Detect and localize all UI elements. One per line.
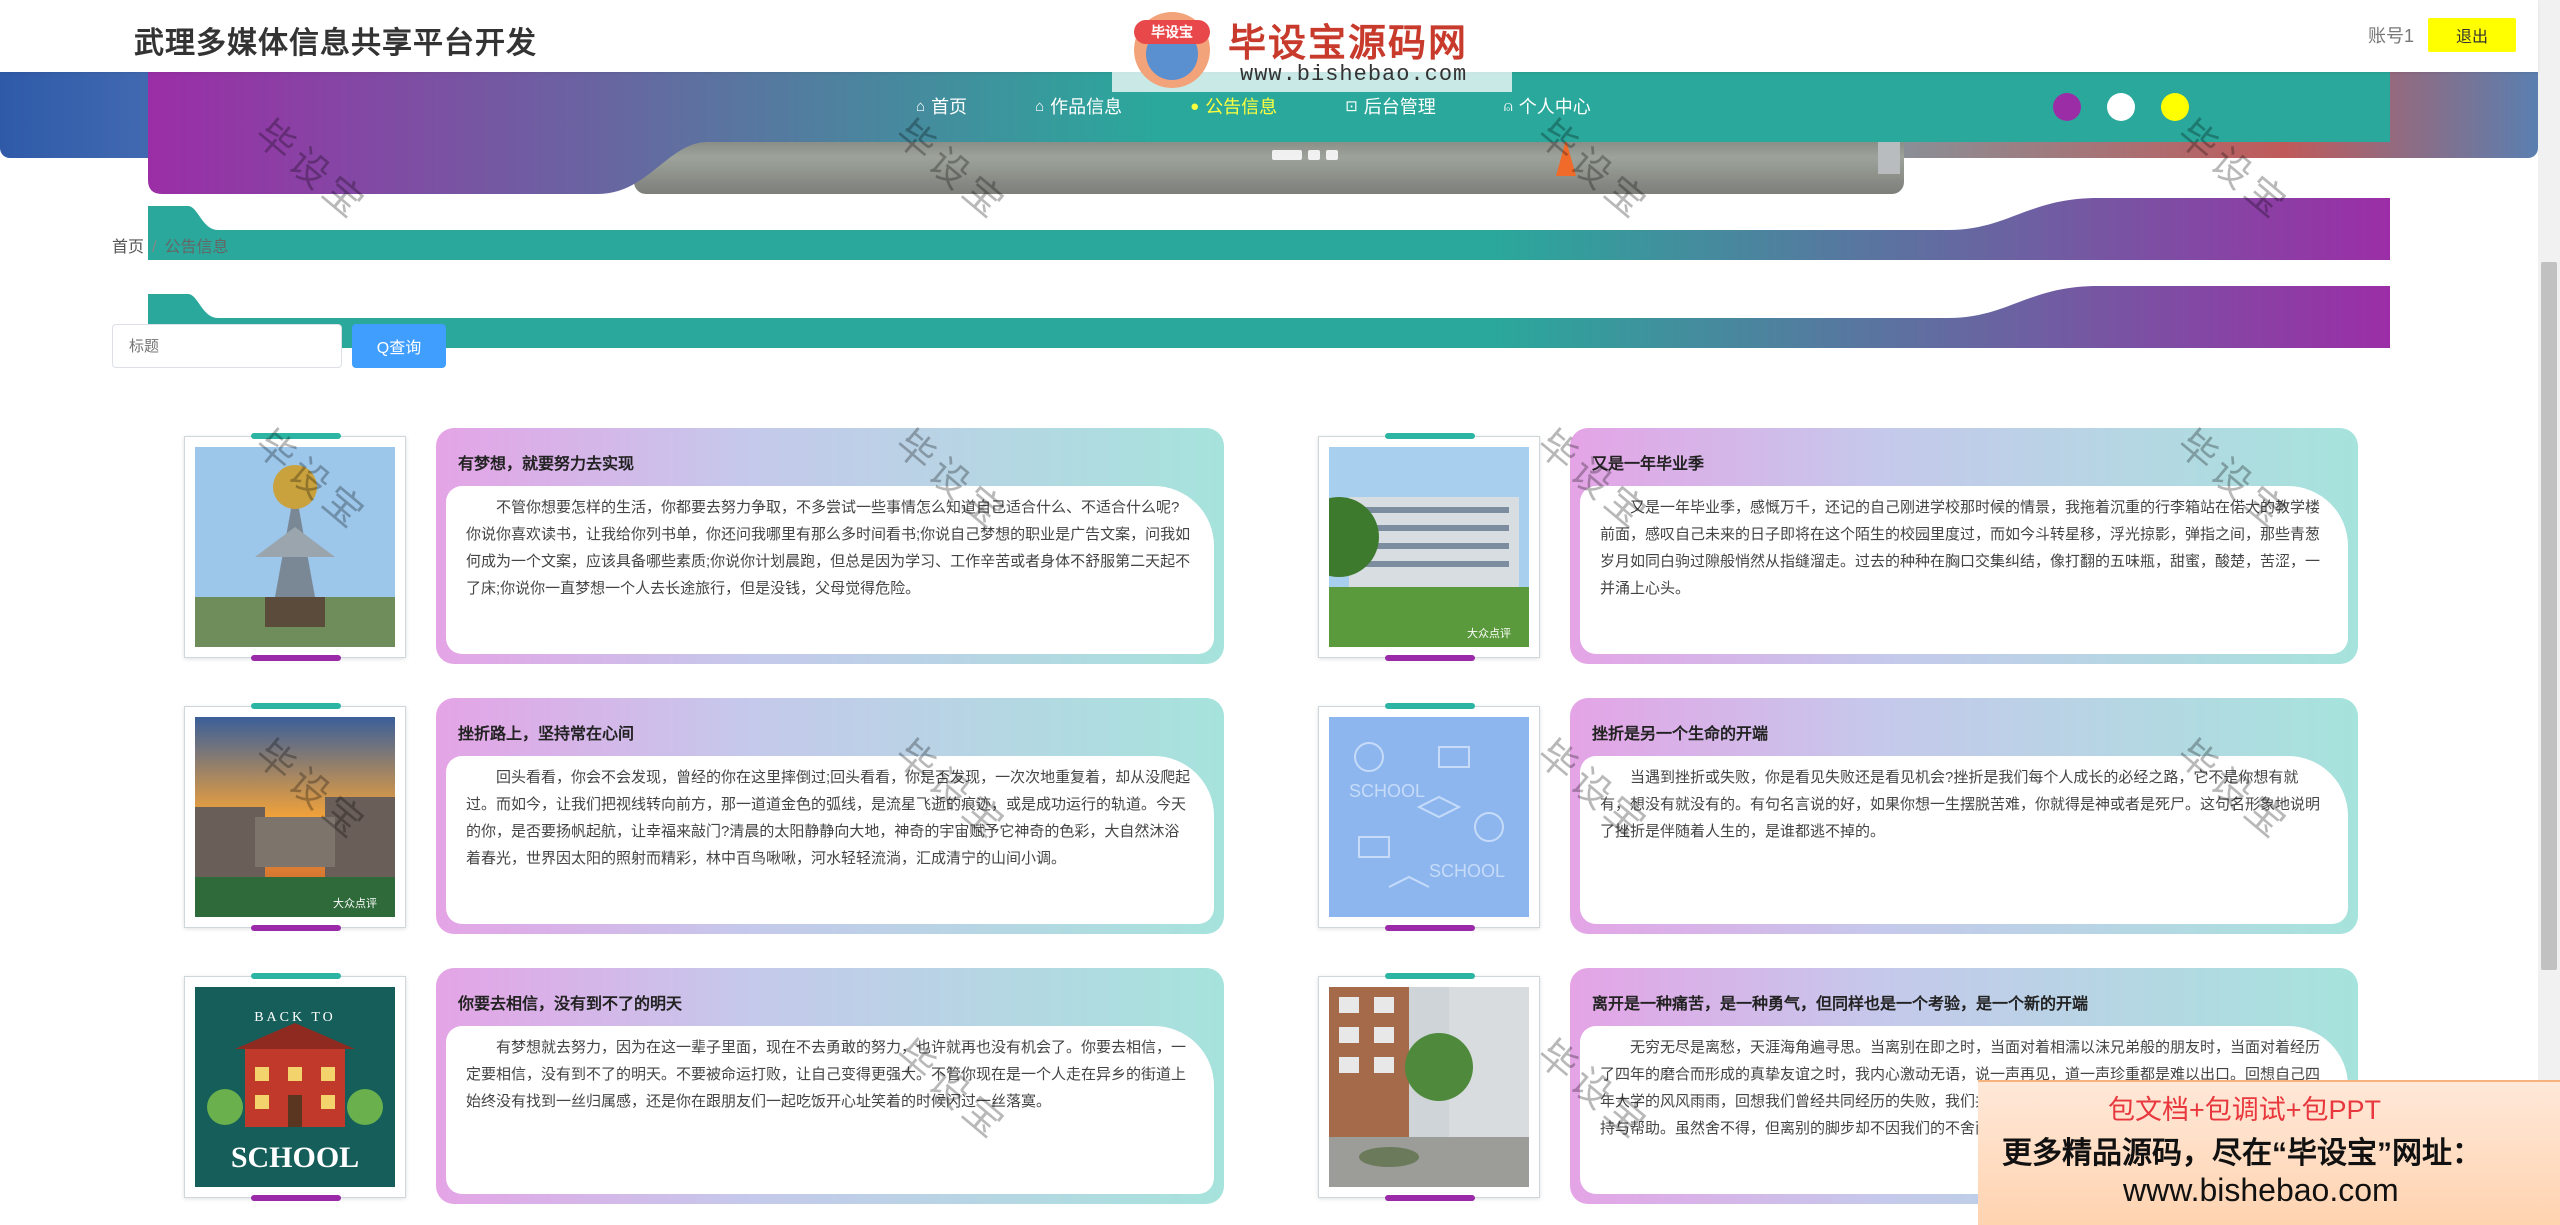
card-body: 又是一年毕业季，感慨万千，还记的自己刚进学校那时候的情景，我拖着沉重的行李箱站在… xyxy=(1580,486,2348,654)
account-name: 账号1 xyxy=(2368,26,2415,46)
bulb-icon: ● xyxy=(1190,97,1200,115)
search-button[interactable]: Q查询 xyxy=(352,324,446,368)
carousel-indicators xyxy=(1272,150,1338,160)
nav-home-label: 首页 xyxy=(931,97,968,117)
card-panel[interactable]: 挫折路上，坚持常在心间 回头看看，你会不会发现，曾经的你在这里摔倒过;回头看看，… xyxy=(436,698,1224,934)
card-panel[interactable]: 有梦想，就要努力去实现 不管你想要怎样的生活，你都要去努力争取，不多尝试一些事情… xyxy=(436,428,1224,664)
back-to-text: BACK TO xyxy=(254,1010,336,1025)
campus-building-photo: 大众点评 xyxy=(1329,447,1529,647)
breadcrumb: 首页 / 公告信息 xyxy=(112,233,228,257)
card-title[interactable]: 有梦想，就要努力去实现 xyxy=(458,450,634,474)
card-body: 不管你想要怎样的生活，你都要去努力争取，不多尝试一些事情怎么知道自己适合什么、不… xyxy=(446,486,1214,654)
promo-line-1: 包文档+包调试+包PPT xyxy=(2108,1095,2382,1125)
nav-profile[interactable]: ⍝ 个人中心 xyxy=(1504,92,1591,120)
card-image-frame[interactable]: 大众点评 xyxy=(184,703,406,931)
nav-works-label: 作品信息 xyxy=(1050,97,1123,117)
logo-text: 毕设宝源码网 xyxy=(1228,23,1469,65)
card-body: 回头看看，你会不会发现，曾经的你在这里摔倒过;回头看看，你是否发现，一次次地重复… xyxy=(446,756,1214,924)
sunset-campus-photo: 大众点评 xyxy=(195,717,395,917)
nav-notices[interactable]: ● 公告信息 xyxy=(1190,92,1277,120)
card-image-frame[interactable]: BACK TO SCHOOL xyxy=(184,973,406,1201)
courtyard-photo xyxy=(1329,987,1529,1187)
user-icon: ⍝ xyxy=(1503,97,1513,115)
dianping-caption: 大众点评 xyxy=(1467,626,1511,640)
nav-works[interactable]: ⌂ 作品信息 xyxy=(1035,92,1122,120)
admin-icon: ⊡ xyxy=(1345,98,1358,115)
breadcrumb-current: 公告信息 xyxy=(164,239,229,256)
nav-admin-label: 后台管理 xyxy=(1363,97,1436,117)
school-pattern-photo: SCHOOL SCHOOL xyxy=(1329,717,1529,917)
back-to-school-illustration: BACK TO SCHOOL xyxy=(195,987,395,1187)
statue-photo xyxy=(195,447,395,647)
promo-line-2: 更多精品源码，尽在“毕设宝”网址： xyxy=(2002,1137,2482,1170)
pattern-school-text: SCHOOL xyxy=(1349,781,1425,801)
scrollbar-thumb[interactable] xyxy=(2541,262,2557,970)
card-image-frame[interactable] xyxy=(184,433,406,661)
card-title[interactable]: 挫折路上，坚持常在心间 xyxy=(458,720,634,744)
pattern-school-text: SCHOOL xyxy=(1429,861,1505,881)
card-image-frame[interactable] xyxy=(1318,973,1540,1201)
school-text: SCHOOL xyxy=(231,1141,359,1174)
logo-badge: 毕设宝 xyxy=(1151,24,1193,40)
card-title[interactable]: 挫折是另一个生命的开端 xyxy=(1592,720,1768,744)
breadcrumb-band xyxy=(148,198,2390,260)
nav-profile-label: 个人中心 xyxy=(1518,97,1591,117)
search-band xyxy=(148,286,2390,348)
carousel-dot[interactable] xyxy=(1308,150,1320,160)
card-panel[interactable]: 挫折是另一个生命的开端 当遇到挫折或失败，你是看见失败还是看见机会?挫折是我们每… xyxy=(1570,698,2358,934)
logo-url: www.bishebao.com xyxy=(1240,62,1468,87)
title-search-input[interactable] xyxy=(112,324,342,368)
carousel-dot[interactable] xyxy=(1326,150,1338,160)
breadcrumb-home[interactable]: 首页 xyxy=(112,239,144,256)
main-nav: ⌂ 首页 ⌂ 作品信息 ● 公告信息 ⊡ 后台管理 ⍝ 个人中心 xyxy=(916,92,1659,120)
card-panel[interactable]: 又是一年毕业季 又是一年毕业季，感慨万千，还记的自己刚进学校那时候的情景，我拖着… xyxy=(1570,428,2358,664)
breadcrumb-separator: / xyxy=(152,239,157,256)
theme-purple-dot[interactable] xyxy=(2053,93,2081,121)
card-image-frame[interactable]: 大众点评 xyxy=(1318,433,1540,661)
card-body: 有梦想就去努力，因为在这一辈子里面，现在不去勇敢的努力，也许就再也没有机会了。你… xyxy=(446,1026,1214,1194)
site-title: 武理多媒体信息共享平台开发 xyxy=(134,27,537,60)
nav-home[interactable]: ⌂ 首页 xyxy=(916,92,967,120)
logout-button[interactable]: 退出 xyxy=(2428,18,2516,52)
card-panel[interactable]: 你要去相信，没有到不了的明天 有梦想就去努力，因为在这一辈子里面，现在不去勇敢的… xyxy=(436,968,1224,1204)
theme-yellow-dot[interactable] xyxy=(2161,93,2189,121)
dianping-caption: 大众点评 xyxy=(333,896,377,910)
theme-white-dot[interactable] xyxy=(2107,93,2135,121)
promo-url[interactable]: www.bishebao.com xyxy=(2123,1172,2399,1209)
card-title[interactable]: 又是一年毕业季 xyxy=(1592,450,1704,474)
card-body: 当遇到挫折或失败，你是看见失败还是看见机会?挫折是我们每个人成长的必经之路，它不… xyxy=(1580,756,2348,924)
nav-admin[interactable]: ⊡ 后台管理 xyxy=(1345,92,1436,120)
card-image-frame[interactable]: SCHOOL SCHOOL xyxy=(1318,703,1540,931)
lock-icon: ⌂ xyxy=(1035,97,1045,115)
card-title[interactable]: 你要去相信，没有到不了的明天 xyxy=(458,990,682,1014)
home-icon: ⌂ xyxy=(916,97,926,115)
carousel-dot-active[interactable] xyxy=(1272,150,1302,160)
promo-banner[interactable]: 包文档+包调试+包PPT 更多精品源码，尽在“毕设宝”网址： www.bishe… xyxy=(1978,1080,2560,1225)
card-title[interactable]: 离开是一种痛苦，是一种勇气，但同样也是一个考验，是一个新的开端 xyxy=(1592,990,2088,1014)
nav-notices-label: 公告信息 xyxy=(1205,97,1278,117)
